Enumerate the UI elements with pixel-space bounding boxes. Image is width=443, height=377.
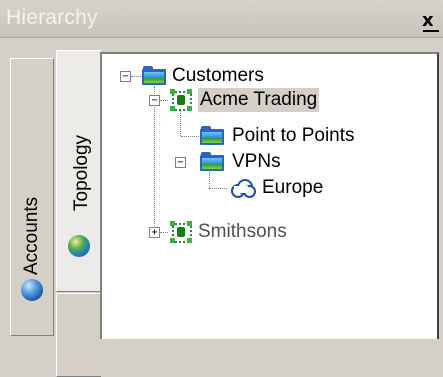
panel-titlebar: Hierarchy x — [0, 0, 443, 38]
customer-icon — [170, 221, 192, 243]
close-icon[interactable]: x — [422, 12, 440, 32]
tree-connector — [160, 232, 168, 233]
tree-connector — [154, 86, 155, 232]
folder-icon — [142, 66, 166, 85]
tree-node-label: Point to Points — [232, 125, 355, 146]
folder-icon — [200, 126, 224, 145]
cloud-icon — [229, 178, 256, 198]
tab-accounts[interactable]: Accounts — [10, 58, 54, 336]
tree-connector — [131, 76, 141, 77]
tab-accounts-label: Accounts — [21, 196, 42, 275]
tree-node-label: Smithsons — [198, 221, 287, 242]
vertical-tab-strip: Accounts Topology — [0, 38, 101, 377]
hierarchy-tree[interactable]: − Customers − Acme Trading Point to Poin… — [100, 52, 439, 339]
expand-toggle-vpns[interactable]: − — [175, 157, 186, 168]
globe-icon — [21, 279, 43, 301]
expand-toggle-customers[interactable]: − — [120, 71, 131, 82]
expand-toggle-acme-trading[interactable]: − — [149, 95, 160, 106]
tab-partial[interactable] — [56, 293, 101, 377]
globe-icon — [68, 235, 90, 257]
expand-toggle-smithsons[interactable]: + — [149, 227, 160, 238]
tree-node-label: VPNs — [232, 151, 281, 172]
tree-connector — [160, 100, 168, 101]
tree-connector — [181, 136, 199, 137]
tree-node-label: Customers — [172, 65, 264, 86]
tree-node-label: Europe — [262, 177, 324, 198]
tab-topology[interactable]: Topology — [56, 50, 101, 292]
folder-icon — [200, 152, 224, 171]
customer-icon — [170, 89, 192, 111]
tab-topology-label: Topology — [71, 134, 92, 211]
tree-connector — [180, 110, 181, 136]
panel-title: Hierarchy — [6, 6, 98, 29]
tree-node-label: Acme Trading — [198, 88, 320, 112]
tree-connector — [209, 188, 227, 189]
